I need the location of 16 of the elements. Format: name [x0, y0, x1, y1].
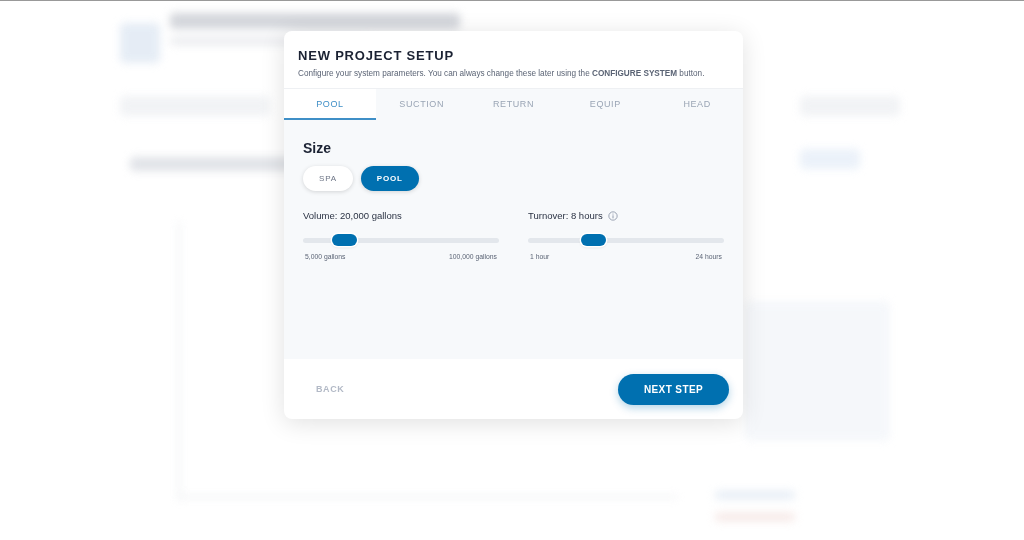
next-step-button[interactable]: NEXT STEP: [618, 373, 729, 405]
dialog-title: NEW PROJECT SETUP: [298, 48, 455, 63]
step-tab[interactable]: SUCTION: [375, 89, 468, 120]
step-tab[interactable]: HEAD: [651, 89, 743, 120]
step-tab[interactable]: POOL: [284, 89, 376, 120]
section-title: Size: [303, 140, 332, 156]
step-tab[interactable]: EQUIP: [559, 89, 652, 120]
step-tab[interactable]: RETURN: [467, 89, 560, 120]
dialog-description: Configure your system parameters. You can always change these later using the CONFIGURE SYSTEM button.: [298, 69, 706, 78]
slider-label: Volume: 20,000 gallons: [303, 210, 402, 221]
slider-label: Turnover: 8 hours: [528, 210, 603, 221]
size-option-button[interactable]: POOL: [360, 166, 419, 191]
slider-thumb[interactable]: [580, 234, 606, 246]
slider-thumb[interactable]: [332, 234, 358, 246]
size-option-button[interactable]: SPA: [303, 166, 353, 191]
back-button[interactable]: BACK: [306, 378, 355, 400]
